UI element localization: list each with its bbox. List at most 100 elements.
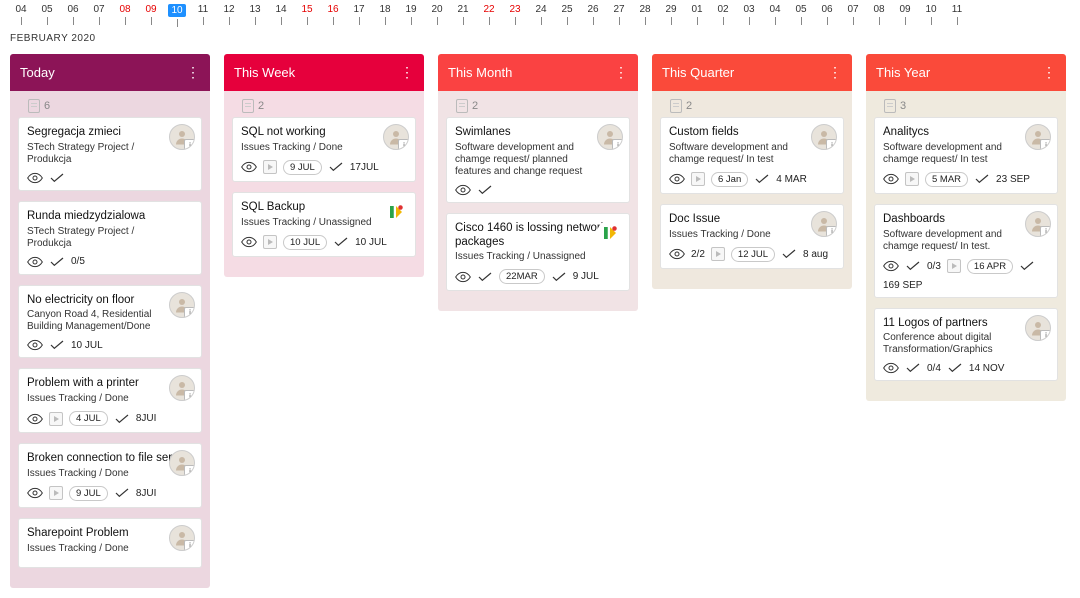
card-meta-row: 9 JUL8JUI	[27, 486, 193, 501]
ruler-day[interactable]: 22	[476, 4, 502, 25]
ruler-day[interactable]: 05	[34, 4, 60, 25]
avatar[interactable]: i	[1025, 124, 1051, 150]
avatar[interactable]: i	[1025, 315, 1051, 341]
ruler-day[interactable]: 18	[372, 4, 398, 25]
ruler-day-label: 09	[899, 4, 910, 15]
avatar[interactable]: i	[169, 375, 195, 401]
column-body: 2SQL not workingIssues Tracking / Donei9…	[224, 91, 424, 277]
card[interactable]: Problem with a printerIssues Tracking / …	[18, 368, 202, 433]
play-button[interactable]	[263, 235, 277, 249]
avatar[interactable]: i	[383, 124, 409, 150]
card[interactable]: AnalitycsSoftware development and chamge…	[874, 117, 1058, 194]
ruler-day[interactable]: 16	[320, 4, 346, 25]
column-menu-icon[interactable]: ⋮	[828, 64, 842, 81]
card[interactable]: Custom fieldsSoftware development and ch…	[660, 117, 844, 194]
ruler-day[interactable]: 05	[788, 4, 814, 25]
ruler-day-label: 16	[327, 4, 338, 15]
ruler-day[interactable]: 24	[528, 4, 554, 25]
ruler-day[interactable]: 26	[580, 4, 606, 25]
file-icon	[242, 99, 254, 113]
date-pill[interactable]: 10 JUL	[283, 235, 327, 250]
ruler-day[interactable]: 27	[606, 4, 632, 25]
ruler-day[interactable]: 14	[268, 4, 294, 25]
avatar[interactable]: i	[597, 124, 623, 150]
play-button[interactable]	[691, 172, 705, 186]
ruler-day[interactable]: 07	[840, 4, 866, 25]
date-pill[interactable]: 12 JUL	[731, 247, 775, 262]
file-icon	[28, 99, 40, 113]
card[interactable]: DashboardsSoftware development and chamg…	[874, 204, 1058, 298]
ruler-day[interactable]: 03	[736, 4, 762, 25]
column-menu-icon[interactable]: ⋮	[614, 64, 628, 81]
card[interactable]: Broken connection to file serverIssues T…	[18, 443, 202, 508]
ruler-day-label: 23	[509, 4, 520, 15]
ruler-day[interactable]: 17	[346, 4, 372, 25]
ruler-tick-mark	[515, 17, 516, 25]
play-button[interactable]	[49, 412, 63, 426]
ruler-day[interactable]: 08	[112, 4, 138, 25]
ruler-day[interactable]: 04	[8, 4, 34, 25]
ruler-day[interactable]: 10	[918, 4, 944, 25]
date-pill[interactable]: 4 JUL	[69, 411, 108, 426]
ruler-day[interactable]: 07	[86, 4, 112, 25]
date-pill[interactable]: 6 Jan	[711, 172, 748, 187]
date-pill[interactable]: 9 JUL	[283, 160, 322, 175]
ruler-tick-mark	[879, 17, 880, 25]
ruler-day[interactable]: 04	[762, 4, 788, 25]
ruler-day[interactable]: 23	[502, 4, 528, 25]
ruler-day[interactable]: 11	[944, 4, 970, 25]
ruler-day[interactable]: 09	[892, 4, 918, 25]
ruler-day[interactable]: 20	[424, 4, 450, 25]
play-button[interactable]	[49, 486, 63, 500]
avatar[interactable]: i	[169, 292, 195, 318]
eye-icon	[883, 173, 899, 185]
date-pill[interactable]: 9 JUL	[69, 486, 108, 501]
play-button[interactable]	[947, 259, 961, 273]
ruler-day[interactable]: 02	[710, 4, 736, 25]
avatar[interactable]: i	[811, 211, 837, 237]
card[interactable]: Sharepoint ProblemIssues Tracking / Done…	[18, 518, 202, 568]
eye-icon	[883, 362, 899, 374]
date-pill[interactable]: 16 APR	[967, 259, 1013, 274]
ruler-day[interactable]: 21	[450, 4, 476, 25]
column-menu-icon[interactable]: ⋮	[186, 64, 200, 81]
card[interactable]: Runda miedzydzialowaSTech Strategy Proje…	[18, 201, 202, 275]
ruler-day[interactable]: 01	[684, 4, 710, 25]
ruler-day[interactable]: 13	[242, 4, 268, 25]
card[interactable]: SwimlanesSoftware development and chamge…	[446, 117, 630, 203]
date-pill[interactable]: 5 MAR	[925, 172, 968, 187]
ruler-day[interactable]: 06	[60, 4, 86, 25]
card[interactable]: SQL not workingIssues Tracking / Donei9 …	[232, 117, 416, 182]
ruler-day[interactable]: 06	[814, 4, 840, 25]
ruler-day[interactable]: 29	[658, 4, 684, 25]
play-button[interactable]	[711, 247, 725, 261]
card[interactable]: No electricity on floorCanyon Road 4, Re…	[18, 285, 202, 359]
avatar[interactable]: i	[1025, 211, 1051, 237]
play-button[interactable]	[905, 172, 919, 186]
date-ruler[interactable]: 0405060708091011121314151617181920212223…	[0, 0, 1080, 27]
ruler-day-label: 22	[483, 4, 494, 15]
ruler-day[interactable]: 15	[294, 4, 320, 25]
ruler-day-label: 25	[561, 4, 572, 15]
ruler-day[interactable]: 28	[632, 4, 658, 25]
date-pill[interactable]: 22MAR	[499, 269, 545, 284]
ruler-day[interactable]: 25	[554, 4, 580, 25]
card[interactable]: Segregacja zmieciSTech Strategy Project …	[18, 117, 202, 191]
ruler-day[interactable]: 19	[398, 4, 424, 25]
avatar[interactable]: i	[169, 124, 195, 150]
ruler-day[interactable]: 12	[216, 4, 242, 25]
column-menu-icon[interactable]: ⋮	[1042, 64, 1056, 81]
avatar[interactable]: i	[811, 124, 837, 150]
card[interactable]: Doc IssueIssues Tracking / Donei2/212 JU…	[660, 204, 844, 269]
play-button[interactable]	[263, 160, 277, 174]
column-menu-icon[interactable]: ⋮	[400, 64, 414, 81]
ruler-day[interactable]: 11	[190, 4, 216, 25]
avatar[interactable]: i	[169, 450, 195, 476]
avatar[interactable]: i	[169, 525, 195, 551]
ruler-day[interactable]: 08	[866, 4, 892, 25]
card[interactable]: 11 Logos of partnersConference about dig…	[874, 308, 1058, 382]
ruler-day[interactable]: 10	[164, 4, 190, 27]
card[interactable]: SQL BackupIssues Tracking / Unassigned10…	[232, 192, 416, 257]
card[interactable]: Cisco 1460 is lossing network packagesIs…	[446, 213, 630, 292]
ruler-day[interactable]: 09	[138, 4, 164, 25]
